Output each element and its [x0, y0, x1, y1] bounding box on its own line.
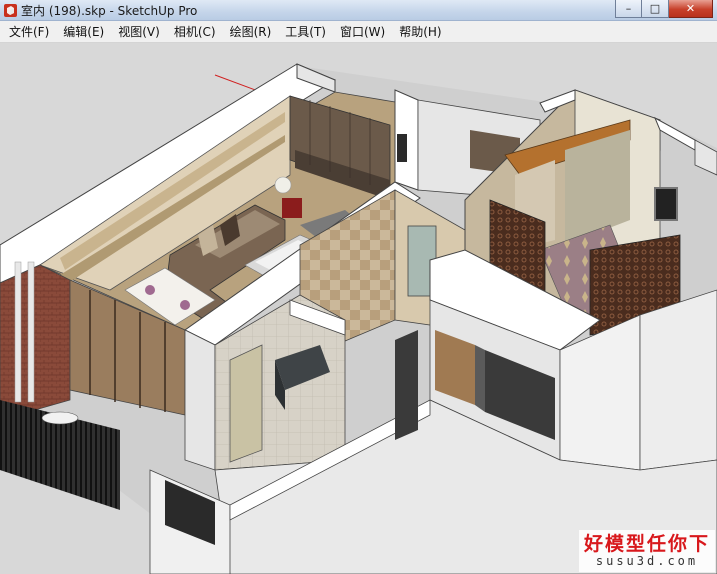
menu-view[interactable]: 视图(V) — [111, 22, 167, 42]
menu-edit[interactable]: 编辑(E) — [56, 22, 111, 42]
model-viewport[interactable]: 好模型任你下 susu3d.com — [0, 43, 717, 574]
menu-camera[interactable]: 相机(C) — [167, 22, 223, 42]
watermark-logo: 好模型任你下 susu3d.com — [579, 530, 715, 572]
minimize-button[interactable]: – — [615, 0, 642, 18]
watermark-url: susu3d.com — [595, 554, 699, 568]
menu-draw[interactable]: 绘图(R) — [223, 22, 279, 42]
watermark-text: 好模型任你下 — [583, 533, 710, 555]
menu-window[interactable]: 窗口(W) — [333, 22, 392, 42]
3d-model-scene — [0, 63, 717, 574]
close-button[interactable]: ✕ — [669, 0, 713, 18]
menu-bar: 文件(F) 编辑(E) 视图(V) 相机(C) 绘图(R) 工具(T) 窗口(W… — [0, 21, 717, 43]
title-bar: 室内 (198).skp - SketchUp Pro – □ ✕ — [0, 0, 717, 21]
maximize-button[interactable]: □ — [642, 0, 669, 18]
window-title: 室内 (198).skp - SketchUp Pro — [21, 3, 198, 18]
menu-help[interactable]: 帮助(H) — [392, 22, 448, 42]
sketchup-logo-icon — [4, 3, 17, 17]
menu-tools[interactable]: 工具(T) — [278, 22, 333, 42]
menu-file[interactable]: 文件(F) — [2, 22, 56, 42]
window-controls: – □ ✕ — [615, 0, 713, 18]
